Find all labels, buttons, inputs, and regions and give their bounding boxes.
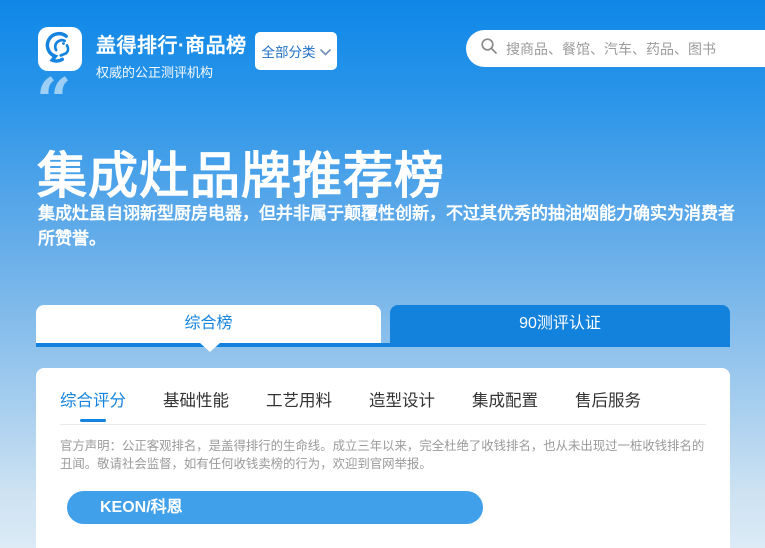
search-icon: [480, 37, 498, 60]
active-tab-pointer: [200, 343, 220, 352]
subnav-item-integration[interactable]: 集成配置: [472, 387, 538, 411]
page-title: 集成灶品牌推荐榜: [37, 136, 445, 208]
brand-title: 盖得排行·商品榜: [96, 29, 247, 58]
tab-90-certification[interactable]: 90测评认证: [390, 305, 730, 347]
subnav-item-overall-score[interactable]: 综合评分: [60, 387, 126, 411]
brand-rank-item-keon[interactable]: KEON/科恩: [67, 491, 483, 524]
lion-logo-icon: [43, 30, 77, 69]
search-bar[interactable]: [466, 30, 765, 67]
content-card: 综合评分 基础性能 工艺用料 造型设计 集成配置 售后服务 官方声明：公正客观排…: [36, 368, 730, 548]
search-input[interactable]: [506, 41, 765, 57]
tab-accent-bar: [36, 343, 730, 347]
brand-subtitle: 权威的公正测评机构: [96, 62, 247, 81]
tab-overall-ranking[interactable]: 综合榜: [36, 305, 381, 343]
brand-block: 盖得排行·商品榜 权威的公正测评机构: [96, 29, 247, 81]
page: 盖得排行·商品榜 权威的公正测评机构 全部分类 “ 集成灶品牌推荐榜 集成灶虽自…: [0, 0, 765, 548]
quote-icon: “: [36, 72, 72, 112]
subnav-item-basic-performance[interactable]: 基础性能: [163, 387, 229, 411]
official-statement: 官方声明：公正客观排名，是盖得排行的生命线。成立三年以来，完全杜绝了收钱排名，也…: [60, 438, 706, 474]
all-categories-button[interactable]: 全部分类: [255, 32, 337, 70]
ranking-tabs: 90测评认证 综合榜: [36, 305, 730, 355]
page-description: 集成灶虽自诩新型厨房电器，但并非属于颠覆性创新，不过其优秀的抽油烟能力确实为消费…: [38, 201, 736, 251]
chevron-down-icon: [320, 44, 331, 59]
subnav-item-materials[interactable]: 工艺用料: [266, 387, 332, 411]
criteria-subnav: 综合评分 基础性能 工艺用料 造型设计 集成配置 售后服务: [60, 368, 706, 425]
all-categories-label: 全部分类: [262, 41, 316, 61]
subnav-item-design[interactable]: 造型设计: [369, 387, 435, 411]
subnav-item-after-sales[interactable]: 售后服务: [575, 387, 641, 411]
